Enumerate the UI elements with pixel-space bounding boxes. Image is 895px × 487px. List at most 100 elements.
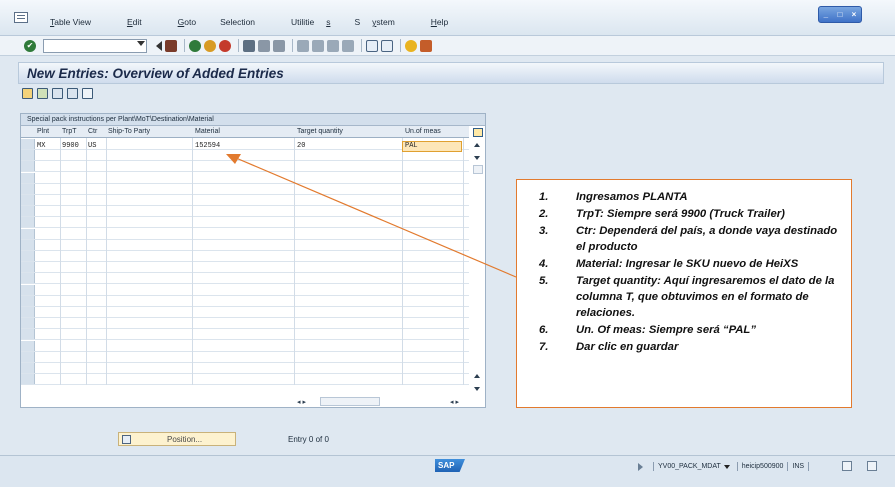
- menu-table-view[interactable]: Table View: [38, 17, 103, 27]
- menu-edit[interactable]: Edit: [115, 17, 154, 27]
- row-selector[interactable]: [21, 139, 35, 149]
- cell-target-quantity[interactable]: 20: [297, 141, 305, 151]
- row-selector[interactable]: [21, 374, 35, 385]
- menu-items: Table View Edit Goto Selection Utilitie s…: [38, 17, 472, 27]
- select-all-icon[interactable]: [82, 88, 93, 99]
- system-info: YV00_PACK_MDAT heicip500900 INS: [638, 462, 813, 471]
- print-icon[interactable]: [243, 39, 255, 52]
- annotation-item: 1. Ingresamos PLANTA: [539, 189, 839, 205]
- menu-goto[interactable]: Goto: [166, 17, 208, 27]
- status-lock-icon[interactable]: [867, 461, 877, 471]
- close-icon[interactable]: ×: [852, 10, 857, 19]
- row-selector[interactable]: [21, 150, 35, 161]
- header-trpt[interactable]: TrpT: [62, 126, 77, 138]
- row-selector[interactable]: [21, 340, 35, 351]
- new-session-icon[interactable]: [366, 39, 378, 52]
- menu-selection[interactable]: Selection: [220, 17, 279, 27]
- cell-ctr[interactable]: US: [88, 141, 96, 151]
- first-page-icon[interactable]: [297, 39, 309, 52]
- status-options-icon[interactable]: [842, 461, 852, 471]
- find-next-icon[interactable]: [273, 39, 285, 52]
- copy-entry-icon[interactable]: [37, 88, 48, 99]
- row-selector[interactable]: [21, 228, 35, 239]
- status-expand-icon[interactable]: [638, 462, 643, 471]
- row-selector[interactable]: [21, 351, 35, 362]
- next-page-icon[interactable]: [327, 39, 339, 52]
- table-header: Plnt TrpT Ctr Ship-To Party Material Tar…: [21, 126, 469, 138]
- row-selector[interactable]: [21, 217, 35, 228]
- annotation-text: Ctr: Dependerá del país, a donde vaya de…: [576, 225, 838, 253]
- header-plnt[interactable]: Plnt: [37, 126, 49, 138]
- row-selector[interactable]: [21, 161, 35, 172]
- row-selector[interactable]: [21, 329, 35, 340]
- cancel-icon[interactable]: [219, 39, 231, 52]
- row-selector[interactable]: [21, 363, 35, 373]
- cell-un-of-meas[interactable]: PAL: [405, 141, 418, 151]
- annotation-number: 2.: [539, 208, 549, 220]
- scroll-down-icon[interactable]: [474, 156, 480, 160]
- header-material[interactable]: Material: [195, 126, 220, 138]
- status-transaction: YV00_PACK_MDAT: [658, 463, 721, 470]
- entry-count: Entry 0 of 0: [288, 435, 329, 444]
- annotation-text: Dar clic en guardar: [576, 341, 679, 353]
- scroll-up-icon[interactable]: [474, 143, 480, 147]
- row-selector[interactable]: [21, 195, 35, 205]
- horizontal-scroll-thumb[interactable]: [320, 397, 380, 406]
- row-selector[interactable]: [21, 251, 35, 261]
- status-mode[interactable]: INS: [792, 463, 804, 470]
- vertical-scrollbar[interactable]: [473, 140, 483, 391]
- row-selector[interactable]: [21, 183, 35, 194]
- back-arrow-icon[interactable]: [156, 41, 162, 51]
- row-selector[interactable]: [21, 239, 35, 250]
- help-icon[interactable]: [405, 39, 417, 52]
- scroll-thumb[interactable]: [473, 165, 483, 174]
- exit-icon[interactable]: [204, 39, 216, 52]
- cell-material[interactable]: 152594: [195, 141, 220, 151]
- menu-utilities[interactable]: Utilitie s: [291, 17, 342, 27]
- annotation-number: 5.: [539, 275, 549, 287]
- row-selector[interactable]: [21, 307, 35, 317]
- row-selector[interactable]: [21, 273, 35, 284]
- maximize-icon[interactable]: □: [837, 10, 842, 19]
- status-dropdown-icon[interactable]: [723, 464, 730, 469]
- row-selector[interactable]: [21, 262, 35, 273]
- hscroll-right-arrows[interactable]: ◂ ▸: [450, 398, 459, 406]
- menu-system[interactable]: System: [354, 17, 406, 27]
- display-change-icon[interactable]: [22, 88, 33, 99]
- back-icon[interactable]: [189, 39, 201, 52]
- row-selector[interactable]: [21, 284, 35, 295]
- row-selector[interactable]: [21, 318, 35, 329]
- menu-help[interactable]: Help: [419, 17, 460, 27]
- cell-trpt[interactable]: 9900: [62, 141, 79, 151]
- find-icon[interactable]: [258, 39, 270, 52]
- scroll-down-bottom-icon[interactable]: [474, 387, 480, 391]
- row-selector[interactable]: [21, 172, 35, 183]
- delete-entry-icon[interactable]: [52, 88, 63, 99]
- row-selector[interactable]: [21, 295, 35, 306]
- minimize-icon[interactable]: _: [824, 10, 828, 19]
- row-selector[interactable]: [21, 206, 35, 217]
- save-icon[interactable]: [165, 39, 177, 52]
- annotation-item: 3. Ctr: Dependerá del país, a donde vaya …: [539, 223, 839, 255]
- toolbar-icons: [156, 39, 435, 52]
- header-ship-to-party[interactable]: Ship-To Party: [108, 126, 150, 138]
- last-page-icon[interactable]: [342, 39, 354, 52]
- table-settings-icon[interactable]: [473, 128, 483, 137]
- shortcut-icon[interactable]: [381, 39, 393, 52]
- cell-plnt[interactable]: MX: [37, 141, 45, 151]
- command-dropdown-icon[interactable]: [137, 41, 145, 46]
- layout-menu-icon[interactable]: [420, 39, 432, 52]
- annotation-item: 6. Un. Of meas: Siempre será “PAL”: [539, 322, 839, 338]
- undo-change-icon[interactable]: [67, 88, 78, 99]
- enter-check-icon[interactable]: ✔: [24, 40, 36, 52]
- position-button[interactable]: Position...: [118, 432, 236, 446]
- annotation-number: 3.: [539, 225, 549, 237]
- system-menu-icon[interactable]: [14, 12, 28, 23]
- command-field[interactable]: [43, 39, 147, 53]
- header-ctr[interactable]: Ctr: [88, 126, 97, 138]
- hscroll-left-arrows[interactable]: ◂ ▸: [297, 398, 306, 406]
- scroll-up-bottom-icon[interactable]: [474, 374, 480, 378]
- header-un-of-meas[interactable]: Un.of meas: [405, 126, 441, 138]
- header-target-quantity[interactable]: Target quantity: [297, 126, 343, 138]
- previous-page-icon[interactable]: [312, 39, 324, 52]
